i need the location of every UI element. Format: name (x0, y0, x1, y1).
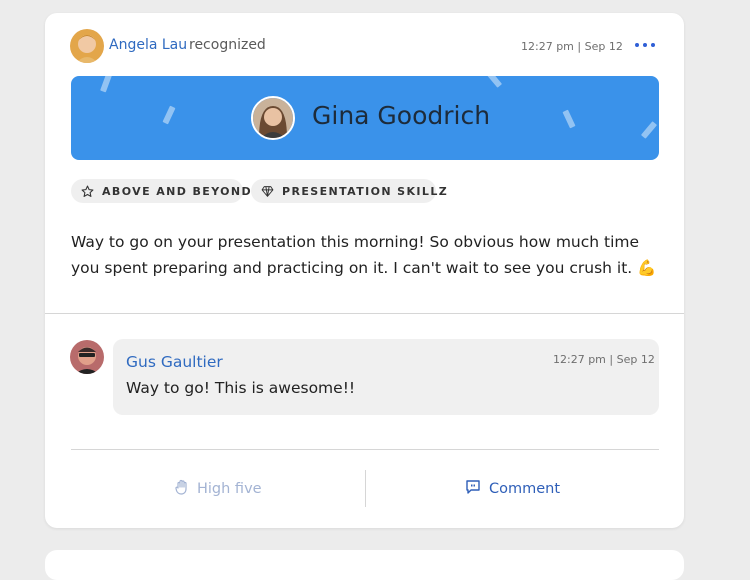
badge-above-and-beyond[interactable]: ABOVE AND BEYOND (71, 179, 251, 203)
message-line: you spent preparing and practicing on it… (71, 255, 661, 281)
dot-icon (651, 43, 655, 47)
high-five-button[interactable]: High five (175, 479, 262, 499)
section-divider (45, 313, 684, 314)
commenter-avatar[interactable] (70, 340, 104, 374)
recipient-name: Gina Goodrich (312, 101, 491, 130)
dot-icon (643, 43, 647, 47)
confetti-decoration (162, 105, 176, 125)
confetti-decoration (100, 76, 112, 93)
recognition-card: Angela Lau recognized 12:27 pm | Sep 12 … (45, 13, 684, 528)
comment-label: Comment (489, 481, 561, 497)
star-icon (81, 185, 94, 198)
hand-icon (175, 479, 189, 499)
recipient-banner: Gina Goodrich (71, 76, 659, 160)
message-line: Way to go on your presentation this morn… (71, 233, 640, 251)
confetti-decoration (562, 109, 576, 129)
actions-divider (71, 449, 659, 450)
confetti-decoration (640, 121, 658, 139)
diamond-icon (261, 185, 274, 198)
high-five-label: High five (197, 481, 262, 497)
post-timestamp: 12:27 pm | Sep 12 (521, 40, 623, 53)
recognized-label: recognized (189, 37, 266, 53)
next-card (45, 550, 684, 580)
comment-timestamp: 12:27 pm | Sep 12 (553, 353, 655, 366)
more-options-button[interactable] (630, 37, 660, 53)
comment-icon (465, 479, 481, 499)
badge-presentation-skillz[interactable]: PRESENTATION SKILLZ (251, 179, 447, 203)
badge-label: PRESENTATION SKILLZ (282, 184, 449, 198)
author-name-link[interactable]: Angela Lau (109, 37, 187, 53)
comment-button[interactable]: Comment (465, 479, 560, 499)
confetti-decoration (485, 76, 503, 88)
recognition-message: Way to go on your presentation this morn… (71, 229, 661, 281)
flexed-biceps-emoji: 💪 (637, 259, 657, 277)
author-avatar[interactable] (70, 29, 104, 63)
comment-text: Way to go! This is awesome!! (126, 379, 356, 397)
message-text: you spent preparing and practicing on it… (71, 259, 633, 277)
dot-icon (635, 43, 639, 47)
badge-label: ABOVE AND BEYOND (102, 184, 253, 198)
actions-separator (365, 470, 366, 507)
recipient-avatar[interactable] (251, 96, 295, 140)
comment-bubble: Gus Gaultier 12:27 pm | Sep 12 Way to go… (113, 339, 659, 415)
commenter-name-link[interactable]: Gus Gaultier (126, 353, 223, 371)
